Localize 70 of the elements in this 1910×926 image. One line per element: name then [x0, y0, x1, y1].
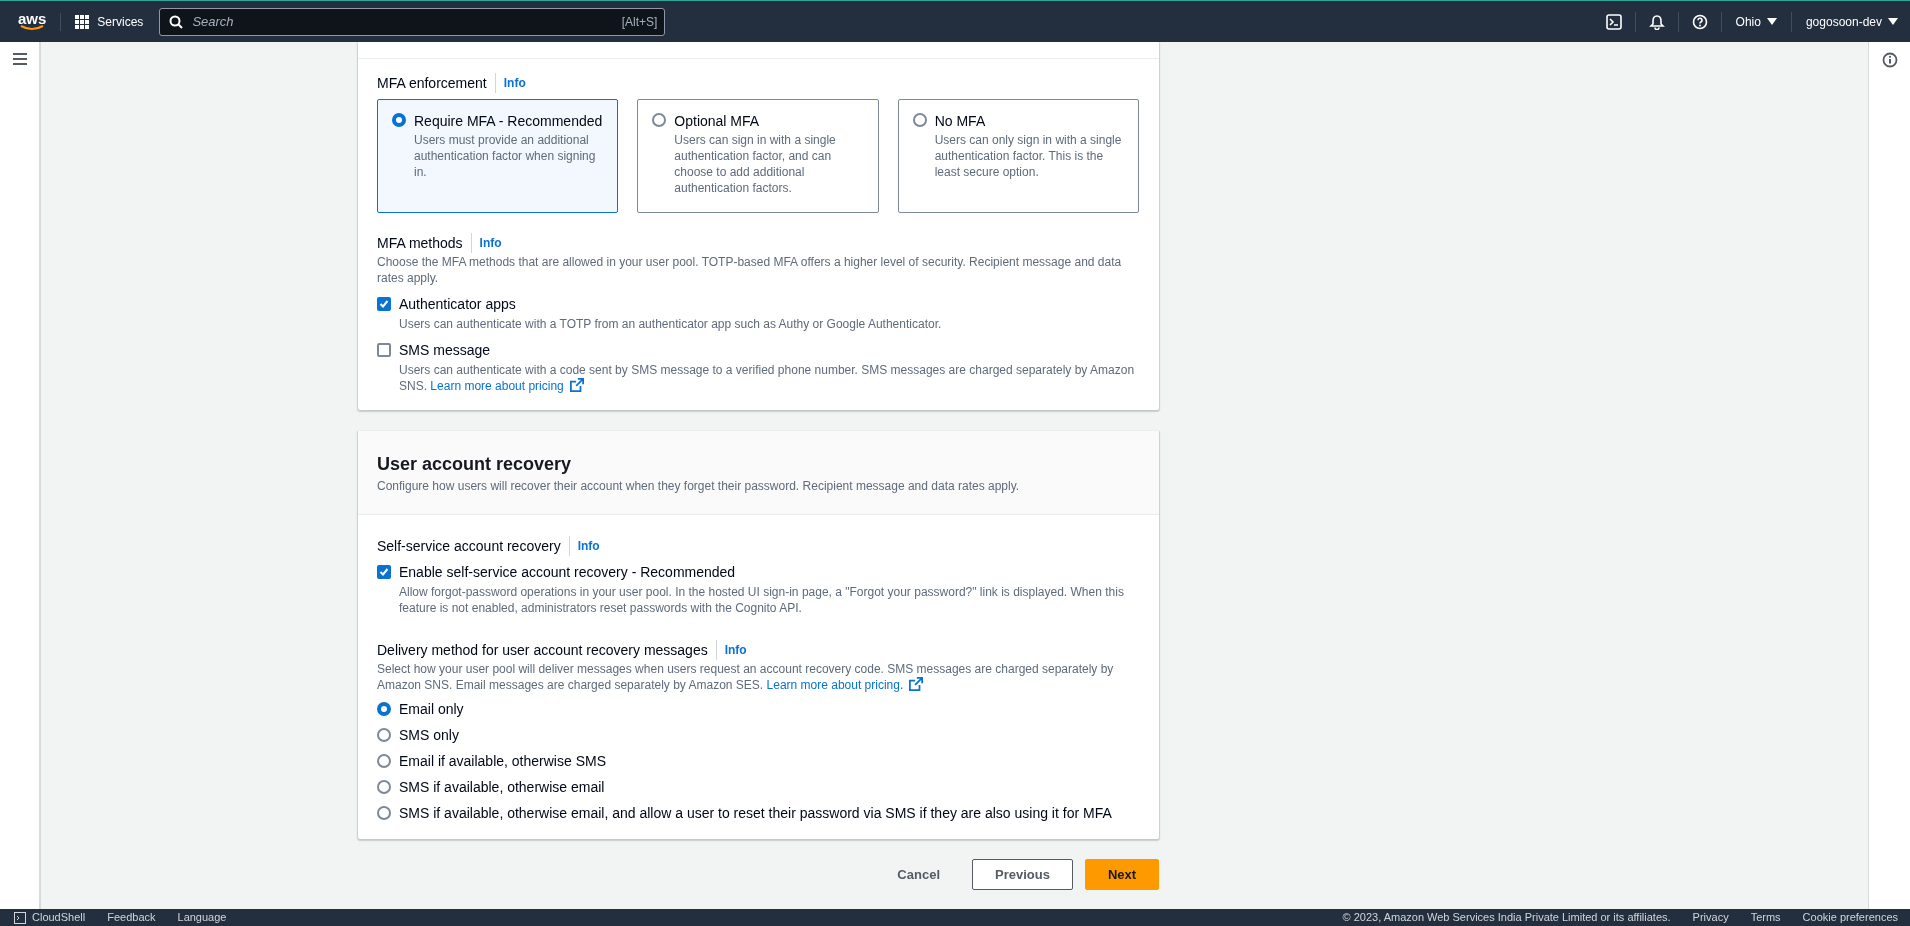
footer-link[interactable]: Privacy — [1692, 909, 1729, 926]
field-label: MFA methods — [377, 234, 463, 253]
cancel-button[interactable]: Cancel — [877, 859, 960, 890]
option-description: Users must provide an additional authentication factor when signing in. — [414, 132, 597, 180]
radio-button[interactable] — [392, 113, 406, 127]
shortcut-hint: [Alt+S] — [621, 14, 658, 29]
checkbox-label[interactable]: SMS message — [399, 340, 491, 360]
radio-button[interactable] — [377, 728, 391, 742]
account-menu[interactable]: gogosoon-dev — [1791, 11, 1898, 32]
check-icon — [379, 299, 389, 309]
radio-button[interactable] — [377, 702, 391, 716]
aws-logo[interactable]: aws — [18, 12, 62, 31]
radio-button[interactable] — [377, 780, 391, 794]
radio-label[interactable]: Email if available, otherwise SMS — [399, 751, 606, 771]
footer-link[interactable]: Terms — [1750, 909, 1781, 926]
checkbox[interactable] — [377, 297, 391, 311]
option-description: Users can authenticate with a code sent by SMS message to a verified phone number. SMS messages are charged separately by Amazon SNS. Learn more about pricing — [399, 362, 1136, 394]
option-description: Users can sign in with a single authentication factor, and can choose to add additional authentication factors. — [674, 132, 837, 196]
checkbox[interactable] — [377, 343, 391, 357]
next-button[interactable]: Next — [1085, 859, 1159, 890]
radio-label[interactable]: Email only — [399, 699, 464, 719]
external-link-icon — [569, 378, 584, 392]
radio-label[interactable]: SMS if available, otherwise email, and allow a user to reset their password via SMS if they are also using it for MFA — [399, 803, 1112, 823]
info-link[interactable]: Info — [715, 640, 747, 660]
radio-label[interactable]: SMS if available, otherwise email — [399, 777, 605, 797]
option-title: No MFA — [934, 112, 987, 131]
radio-button[interactable] — [377, 806, 391, 820]
section-description: Configure how users will recover their account when they forget their password. Recipient message and data rates apply. — [377, 478, 1021, 494]
search-icon — [169, 14, 184, 29]
radio-label[interactable]: SMS only — [399, 725, 459, 745]
grid-icon — [75, 14, 90, 29]
option-tile[interactable]: Require MFA - Recommended Users must provide an additional authentication factor when signing in. — [377, 99, 619, 213]
info-link[interactable]: Info — [470, 233, 502, 253]
option-tile[interactable]: Optional MFA Users can sign in with a single authentication factor, and can choose to add additional authentication factors. — [637, 99, 879, 213]
checkbox-label[interactable]: Authenticator apps — [399, 294, 516, 314]
option-description: Users can authenticate with a TOTP from an authenticator app such as Authy or Google Authenticator. — [399, 316, 943, 332]
option-tile[interactable]: No MFA Users can only sign in with a single authentication factor. This is the least secure option. — [897, 99, 1139, 213]
radio-button[interactable] — [912, 113, 927, 127]
terminal-icon — [14, 911, 26, 924]
field-label: Self-service account recovery — [377, 537, 561, 556]
checkbox[interactable] — [377, 565, 391, 579]
copyright-text: © 2023, Amazon Web Services India Private Limited or its affiliates. — [1342, 910, 1671, 925]
option-description: Allow forgot-password operations in your user pool. In the hosted UI sign-in page, a "Forgot your password?" link is displayed. When this feature is not enabled, administrators reset passwords with the Cognito API. — [399, 584, 1125, 616]
option-description: Users can only sign in with a single authentication factor. This is the least secure option. — [934, 132, 1123, 180]
services-menu[interactable]: Services — [75, 14, 144, 29]
check-icon — [379, 567, 389, 577]
learn-more-link[interactable]: Learn more about pricing — [430, 379, 584, 393]
option-title: Require MFA - Recommended — [414, 112, 604, 131]
footer-link[interactable]: Cookie preferences — [1802, 909, 1898, 926]
menu-icon[interactable] — [12, 53, 27, 65]
info-icon[interactable] — [1881, 52, 1898, 68]
previous-button[interactable]: Previous — [972, 859, 1073, 890]
footer-link[interactable]: CloudShell — [14, 909, 86, 926]
info-link[interactable]: Info — [568, 536, 600, 556]
region-menu[interactable]: Ohio — [1721, 11, 1792, 32]
radio-button[interactable] — [652, 113, 667, 127]
field-description: Choose the MFA methods that are allowed in your user pool. TOTP-based MFA offers a higher level of security. Recipient message and data rates apply. — [377, 254, 1123, 286]
field-label: MFA enforcement — [377, 74, 487, 93]
learn-more-link[interactable]: Learn more about pricing. — [766, 678, 924, 692]
radio-button[interactable] — [377, 754, 391, 768]
section-title: User account recovery — [377, 453, 573, 475]
smile-arc-icon — [20, 24, 45, 31]
field-label: Delivery method for user account recovery messages — [377, 641, 708, 660]
external-link-icon — [909, 677, 924, 691]
field-description: Select how your user pool will deliver messages when users request an account recovery code. SMS messages are charged separately by Amazon SNS. Email messages are charged separately by Amazon SES. Learn more about pricing. — [377, 661, 1115, 693]
checkbox-label[interactable]: Enable self-service account recovery - Recommended — [399, 562, 736, 582]
info-link[interactable]: Info — [494, 73, 526, 93]
option-title: Optional MFA — [674, 112, 761, 131]
footer-link[interactable]: Feedback — [107, 909, 156, 926]
footer-link[interactable]: Language — [177, 909, 227, 926]
